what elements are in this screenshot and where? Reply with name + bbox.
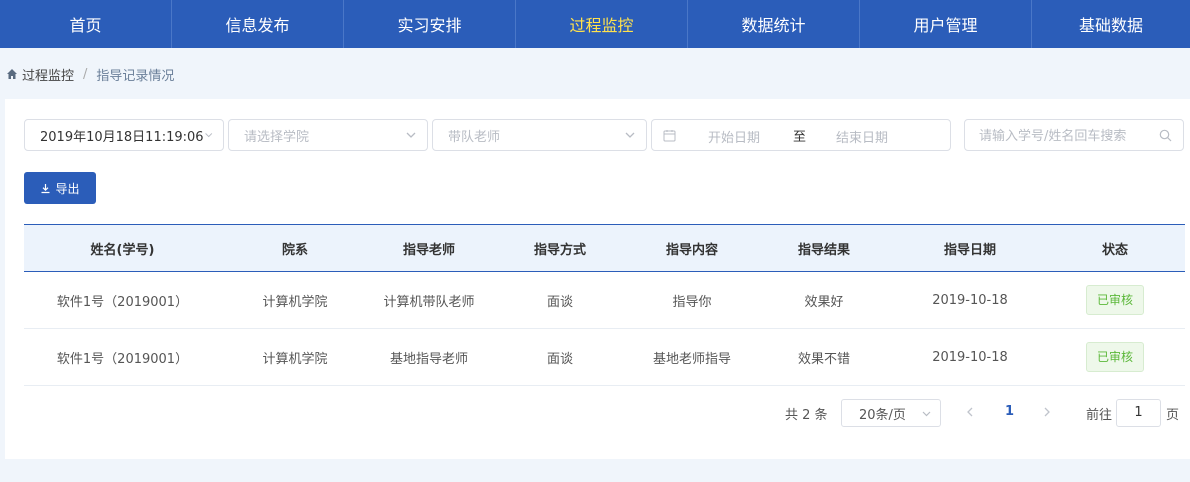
search-icon[interactable] <box>1159 129 1172 142</box>
column-header-department: 院系 <box>281 242 308 258</box>
nav-item-home[interactable]: 首页 <box>0 0 172 48</box>
nav-item-user-management[interactable]: 用户管理 <box>860 0 1032 48</box>
search-input[interactable] <box>979 127 1159 145</box>
teacher-select[interactable]: 带队老师 <box>432 119 647 151</box>
column-header-content: 指导内容 <box>665 242 718 258</box>
cell-date: 2019-10-18 <box>932 349 1008 365</box>
cell-teacher: 计算机带队老师 <box>383 294 475 310</box>
table-header: 姓名(学号) 院系 指导老师 指导方式 指导内容 指导结果 指导日期 状态 <box>24 224 1185 272</box>
column-header-date: 指导日期 <box>943 242 996 258</box>
breadcrumb: 过程监控 / 指导记录情况 <box>6 65 175 84</box>
cell-teacher: 基地指导老师 <box>389 351 468 367</box>
current-page[interactable]: 1 <box>1005 404 1014 419</box>
column-header-teacher: 指导老师 <box>402 242 455 258</box>
page-unit-label: 页 <box>1166 408 1180 423</box>
nav-item-info-publish[interactable]: 信息发布 <box>172 0 344 48</box>
goto-page-input[interactable]: 1 <box>1116 399 1161 427</box>
table-row[interactable]: 软件1号（2019001） 计算机学院 计算机带队老师 面谈 指导你 效果好 2… <box>24 272 1185 329</box>
datetime-value: 2019年10月18日11:19:06 <box>40 129 204 145</box>
search-box <box>964 119 1184 151</box>
nav-item-base-data[interactable]: 基础数据 <box>1032 0 1190 48</box>
column-header-method: 指导方式 <box>533 242 586 258</box>
table-row[interactable]: 软件1号（2019001） 计算机学院 基地指导老师 面谈 基地老师指导 效果不… <box>24 329 1185 386</box>
date-range-picker[interactable]: 开始日期 至 结束日期 <box>651 119 951 151</box>
breadcrumb-parent[interactable]: 过程监控 <box>22 65 74 84</box>
nav-item-internship-arrangement[interactable]: 实习安排 <box>344 0 516 48</box>
guidance-table: 姓名(学号) 院系 指导老师 指导方式 指导内容 指导结果 指导日期 状态 软件… <box>24 224 1185 386</box>
college-select[interactable]: 请选择学院 <box>228 119 428 151</box>
home-icon <box>7 69 17 79</box>
start-date-input[interactable]: 开始日期 <box>708 127 760 146</box>
teacher-placeholder: 带队老师 <box>448 129 501 145</box>
cell-department: 计算机学院 <box>262 294 328 310</box>
next-page-icon[interactable] <box>1040 405 1054 419</box>
end-date-input[interactable]: 结束日期 <box>836 127 888 146</box>
status-badge: 已审核 <box>1085 342 1144 372</box>
cell-department: 计算机学院 <box>262 351 328 367</box>
page-size-select[interactable]: 20条/页 <box>841 399 941 427</box>
goto-label: 前往 <box>1086 408 1113 423</box>
main-panel: 2019年10月18日11:19:06 请选择学院 带队老师 开始日期 至 结束… <box>5 99 1190 459</box>
cell-result: 效果好 <box>804 294 844 310</box>
pagination: 共 2 条 20条/页 1 前往 1 页 <box>5 399 1190 427</box>
page-size-value: 20条/页 <box>859 407 906 423</box>
cell-name: 软件1号（2019001） <box>56 294 189 310</box>
cell-method: 面谈 <box>546 351 573 367</box>
column-header-result: 指导结果 <box>797 242 850 258</box>
cell-name: 软件1号（2019001） <box>56 351 189 367</box>
chevron-down-icon <box>204 133 212 138</box>
status-badge: 已审核 <box>1085 285 1144 315</box>
top-nav: 首页 信息发布 实习安排 过程监控 数据统计 用户管理 基础数据 <box>0 0 1190 48</box>
breadcrumb-current: 指导记录情况 <box>96 68 175 84</box>
cell-status: 已审核 <box>1045 342 1185 372</box>
chevron-down-icon <box>625 132 635 138</box>
chevron-down-icon <box>406 132 416 138</box>
column-header-status: 状态 <box>1101 242 1128 258</box>
college-placeholder: 请选择学院 <box>244 129 310 145</box>
chevron-down-icon <box>922 411 931 417</box>
nav-item-data-statistics[interactable]: 数据统计 <box>688 0 860 48</box>
cell-content: 基地老师指导 <box>652 351 731 367</box>
prev-page-icon[interactable] <box>963 405 977 419</box>
export-button[interactable]: 导出 <box>24 172 96 204</box>
cell-status: 已审核 <box>1045 285 1185 315</box>
column-header-name: 姓名(学号) <box>90 242 155 258</box>
cell-date: 2019-10-18 <box>932 292 1008 308</box>
export-label: 导出 <box>55 181 80 196</box>
total-count: 共 2 条 <box>785 408 828 423</box>
calendar-icon <box>663 130 676 142</box>
breadcrumb-separator: / <box>83 66 88 82</box>
nav-item-process-monitor[interactable]: 过程监控 <box>516 0 688 48</box>
datetime-select[interactable]: 2019年10月18日11:19:06 <box>24 119 224 151</box>
download-icon <box>41 183 50 193</box>
range-separator: 至 <box>793 130 807 145</box>
cell-result: 效果不错 <box>797 351 850 367</box>
cell-method: 面谈 <box>546 294 573 310</box>
cell-content: 指导你 <box>672 294 712 310</box>
